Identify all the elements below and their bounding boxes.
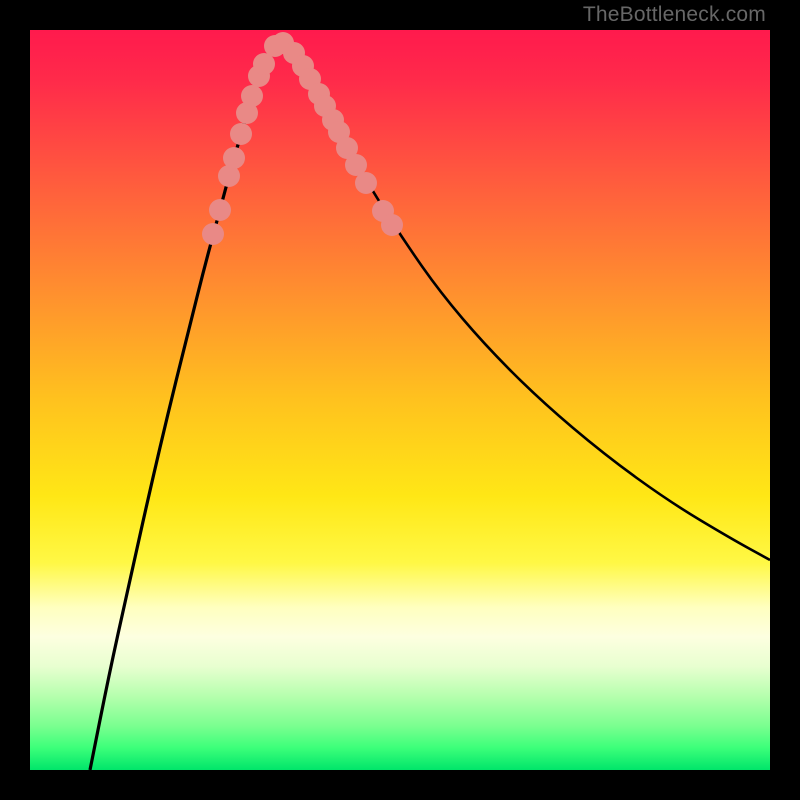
data-marker [230, 123, 252, 145]
right-curve [280, 42, 770, 560]
curve-layer [30, 30, 770, 770]
marker-group [202, 32, 403, 245]
data-marker [223, 147, 245, 169]
data-marker [209, 199, 231, 221]
data-marker [381, 214, 403, 236]
data-marker [241, 85, 263, 107]
data-marker [202, 223, 224, 245]
chart-frame: TheBottleneck.com [0, 0, 800, 800]
watermark-text: TheBottleneck.com [583, 3, 766, 27]
plot-area [30, 30, 770, 770]
data-marker [355, 172, 377, 194]
left-curve [90, 42, 280, 770]
